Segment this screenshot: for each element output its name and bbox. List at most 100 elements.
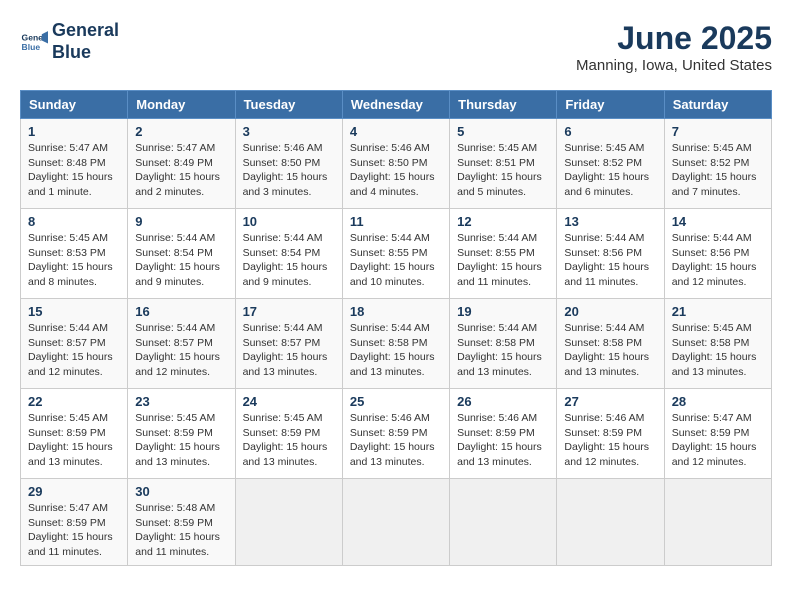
day-number: 18 xyxy=(350,304,442,319)
day-number: 23 xyxy=(135,394,227,409)
title-block: June 2025 Manning, Iowa, United States xyxy=(576,20,772,74)
table-row xyxy=(342,479,449,566)
table-row: 6Sunrise: 5:45 AMSunset: 8:52 PMDaylight… xyxy=(557,119,664,209)
day-info: Sunrise: 5:46 AMSunset: 8:59 PMDaylight:… xyxy=(564,411,656,470)
day-info: Sunrise: 5:45 AMSunset: 8:59 PMDaylight:… xyxy=(28,411,120,470)
day-number: 19 xyxy=(457,304,549,319)
table-row xyxy=(450,479,557,566)
table-row: 19 Sunrise: 5:44 AMSunset: 8:58 PMDayligh… xyxy=(450,299,557,389)
table-row: 14 Sunrise: 5:44 AMSunset: 8:56 PMDayligh… xyxy=(664,209,771,299)
table-row: 16 Sunrise: 5:44 AMSunset: 8:57 PMDayligh… xyxy=(128,299,235,389)
day-number: 24 xyxy=(243,394,335,409)
day-info: Sunrise: 5:45 AMSunset: 8:58 PMDaylight:… xyxy=(672,321,764,380)
col-sunday: Sunday xyxy=(21,91,128,119)
table-row: 27 Sunrise: 5:46 AMSunset: 8:59 PMDayligh… xyxy=(557,389,664,479)
day-info: Sunrise: 5:46 AMSunset: 8:59 PMDaylight:… xyxy=(457,411,549,470)
calendar-header-row: Sunday Monday Tuesday Wednesday Thursday… xyxy=(21,91,772,119)
day-info: Sunrise: 5:44 AMSunset: 8:54 PMDaylight:… xyxy=(243,231,335,290)
month-title: June 2025 xyxy=(576,20,772,57)
table-row xyxy=(557,479,664,566)
day-info: Sunrise: 5:44 AMSunset: 8:55 PMDaylight:… xyxy=(350,231,442,290)
table-row: 2 Sunrise: 5:47 AMSunset: 8:49 PMDaylight… xyxy=(128,119,235,209)
day-number: 13 xyxy=(564,214,656,229)
col-thursday: Thursday xyxy=(450,91,557,119)
table-row: 22 Sunrise: 5:45 AMSunset: 8:59 PMDayligh… xyxy=(21,389,128,479)
day-info: Sunrise: 5:44 AMSunset: 8:57 PMDaylight:… xyxy=(135,321,227,380)
table-row: 8 Sunrise: 5:45 AMSunset: 8:53 PMDaylight… xyxy=(21,209,128,299)
svg-text:Blue: Blue xyxy=(22,41,41,51)
table-row: 13 Sunrise: 5:44 AMSunset: 8:56 PMDayligh… xyxy=(557,209,664,299)
day-number: 10 xyxy=(243,214,335,229)
table-row: 12 Sunrise: 5:44 AMSunset: 8:55 PMDayligh… xyxy=(450,209,557,299)
day-number: 14 xyxy=(672,214,764,229)
day-info: Sunrise: 5:44 AMSunset: 8:56 PMDaylight:… xyxy=(564,231,656,290)
day-info: Sunrise: 5:45 AMSunset: 8:52 PMDaylight:… xyxy=(672,141,764,200)
day-info: Sunrise: 5:44 AMSunset: 8:56 PMDaylight:… xyxy=(672,231,764,290)
col-wednesday: Wednesday xyxy=(342,91,449,119)
day-info: Sunrise: 5:47 AMSunset: 8:49 PMDaylight:… xyxy=(135,141,227,200)
day-number: 12 xyxy=(457,214,549,229)
day-number: 8 xyxy=(28,214,120,229)
table-row: 1 Sunrise: 5:47 AMSunset: 8:48 PMDaylight… xyxy=(21,119,128,209)
day-number: 26 xyxy=(457,394,549,409)
day-info: Sunrise: 5:44 AMSunset: 8:58 PMDaylight:… xyxy=(350,321,442,380)
day-info: Sunrise: 5:45 AMSunset: 8:53 PMDaylight:… xyxy=(28,231,120,290)
table-row xyxy=(235,479,342,566)
col-friday: Friday xyxy=(557,91,664,119)
table-row: 4 Sunrise: 5:46 AMSunset: 8:50 PMDaylight… xyxy=(342,119,449,209)
day-number: 27 xyxy=(564,394,656,409)
table-row: 9 Sunrise: 5:44 AMSunset: 8:54 PMDaylight… xyxy=(128,209,235,299)
logo-text: General Blue xyxy=(52,20,119,63)
table-row: 26 Sunrise: 5:46 AMSunset: 8:59 PMDayligh… xyxy=(450,389,557,479)
day-number: 25 xyxy=(350,394,442,409)
day-number: 2 xyxy=(135,124,227,139)
table-row: 24 Sunrise: 5:45 AMSunset: 8:59 PMDayligh… xyxy=(235,389,342,479)
table-row: 7 Sunrise: 5:45 AMSunset: 8:52 PMDaylight… xyxy=(664,119,771,209)
col-saturday: Saturday xyxy=(664,91,771,119)
day-info: Sunrise: 5:44 AMSunset: 8:55 PMDaylight:… xyxy=(457,231,549,290)
calendar-table: Sunday Monday Tuesday Wednesday Thursday… xyxy=(20,90,772,566)
table-row: 28Sunrise: 5:47 AMSunset: 8:59 PMDayligh… xyxy=(664,389,771,479)
col-monday: Monday xyxy=(128,91,235,119)
table-row: 3 Sunrise: 5:46 AMSunset: 8:50 PMDaylight… xyxy=(235,119,342,209)
day-number: 3 xyxy=(243,124,335,139)
table-row: 11 Sunrise: 5:44 AMSunset: 8:55 PMDayligh… xyxy=(342,209,449,299)
day-number: 4 xyxy=(350,124,442,139)
table-row: 29Sunrise: 5:47 AMSunset: 8:59 PMDayligh… xyxy=(21,479,128,566)
logo-icon: General Blue xyxy=(20,28,48,56)
day-number: 11 xyxy=(350,214,442,229)
day-info: Sunrise: 5:47 AMSunset: 8:59 PMDaylight:… xyxy=(672,411,764,470)
day-info: Sunrise: 5:44 AMSunset: 8:57 PMDaylight:… xyxy=(243,321,335,380)
day-number: 21 xyxy=(672,304,764,319)
day-number: 9 xyxy=(135,214,227,229)
col-tuesday: Tuesday xyxy=(235,91,342,119)
table-row: 15 Sunrise: 5:44 AMSunset: 8:57 PMDayligh… xyxy=(21,299,128,389)
day-info: Sunrise: 5:44 AMSunset: 8:58 PMDaylight:… xyxy=(457,321,549,380)
day-number: 20 xyxy=(564,304,656,319)
day-number: 22 xyxy=(28,394,120,409)
day-info: Sunrise: 5:45 AMSunset: 8:51 PMDaylight:… xyxy=(457,141,549,200)
table-row: 30Sunrise: 5:48 AMSunset: 8:59 PMDayligh… xyxy=(128,479,235,566)
day-info: Sunrise: 5:44 AMSunset: 8:54 PMDaylight:… xyxy=(135,231,227,290)
table-row: 10 Sunrise: 5:44 AMSunset: 8:54 PMDayligh… xyxy=(235,209,342,299)
table-row: 20Sunrise: 5:44 AMSunset: 8:58 PMDayligh… xyxy=(557,299,664,389)
day-info: Sunrise: 5:46 AMSunset: 8:50 PMDaylight:… xyxy=(243,141,335,200)
day-number: 5 xyxy=(457,124,549,139)
day-number: 16 xyxy=(135,304,227,319)
day-number: 15 xyxy=(28,304,120,319)
day-number: 7 xyxy=(672,124,764,139)
day-number: 29 xyxy=(28,484,120,499)
day-info: Sunrise: 5:44 AMSunset: 8:57 PMDaylight:… xyxy=(28,321,120,380)
table-row: 23Sunrise: 5:45 AMSunset: 8:59 PMDayligh… xyxy=(128,389,235,479)
page-header: General Blue General Blue June 2025 Mann… xyxy=(20,20,772,74)
table-row: 25Sunrise: 5:46 AMSunset: 8:59 PMDayligh… xyxy=(342,389,449,479)
day-info: Sunrise: 5:45 AMSunset: 8:59 PMDaylight:… xyxy=(243,411,335,470)
day-info: Sunrise: 5:47 AMSunset: 8:48 PMDaylight:… xyxy=(28,141,120,200)
location-title: Manning, Iowa, United States xyxy=(576,57,772,74)
table-row: 18 Sunrise: 5:44 AMSunset: 8:58 PMDayligh… xyxy=(342,299,449,389)
day-info: Sunrise: 5:46 AMSunset: 8:50 PMDaylight:… xyxy=(350,141,442,200)
day-number: 1 xyxy=(28,124,120,139)
day-number: 17 xyxy=(243,304,335,319)
table-row: 17 Sunrise: 5:44 AMSunset: 8:57 PMDayligh… xyxy=(235,299,342,389)
day-number: 30 xyxy=(135,484,227,499)
